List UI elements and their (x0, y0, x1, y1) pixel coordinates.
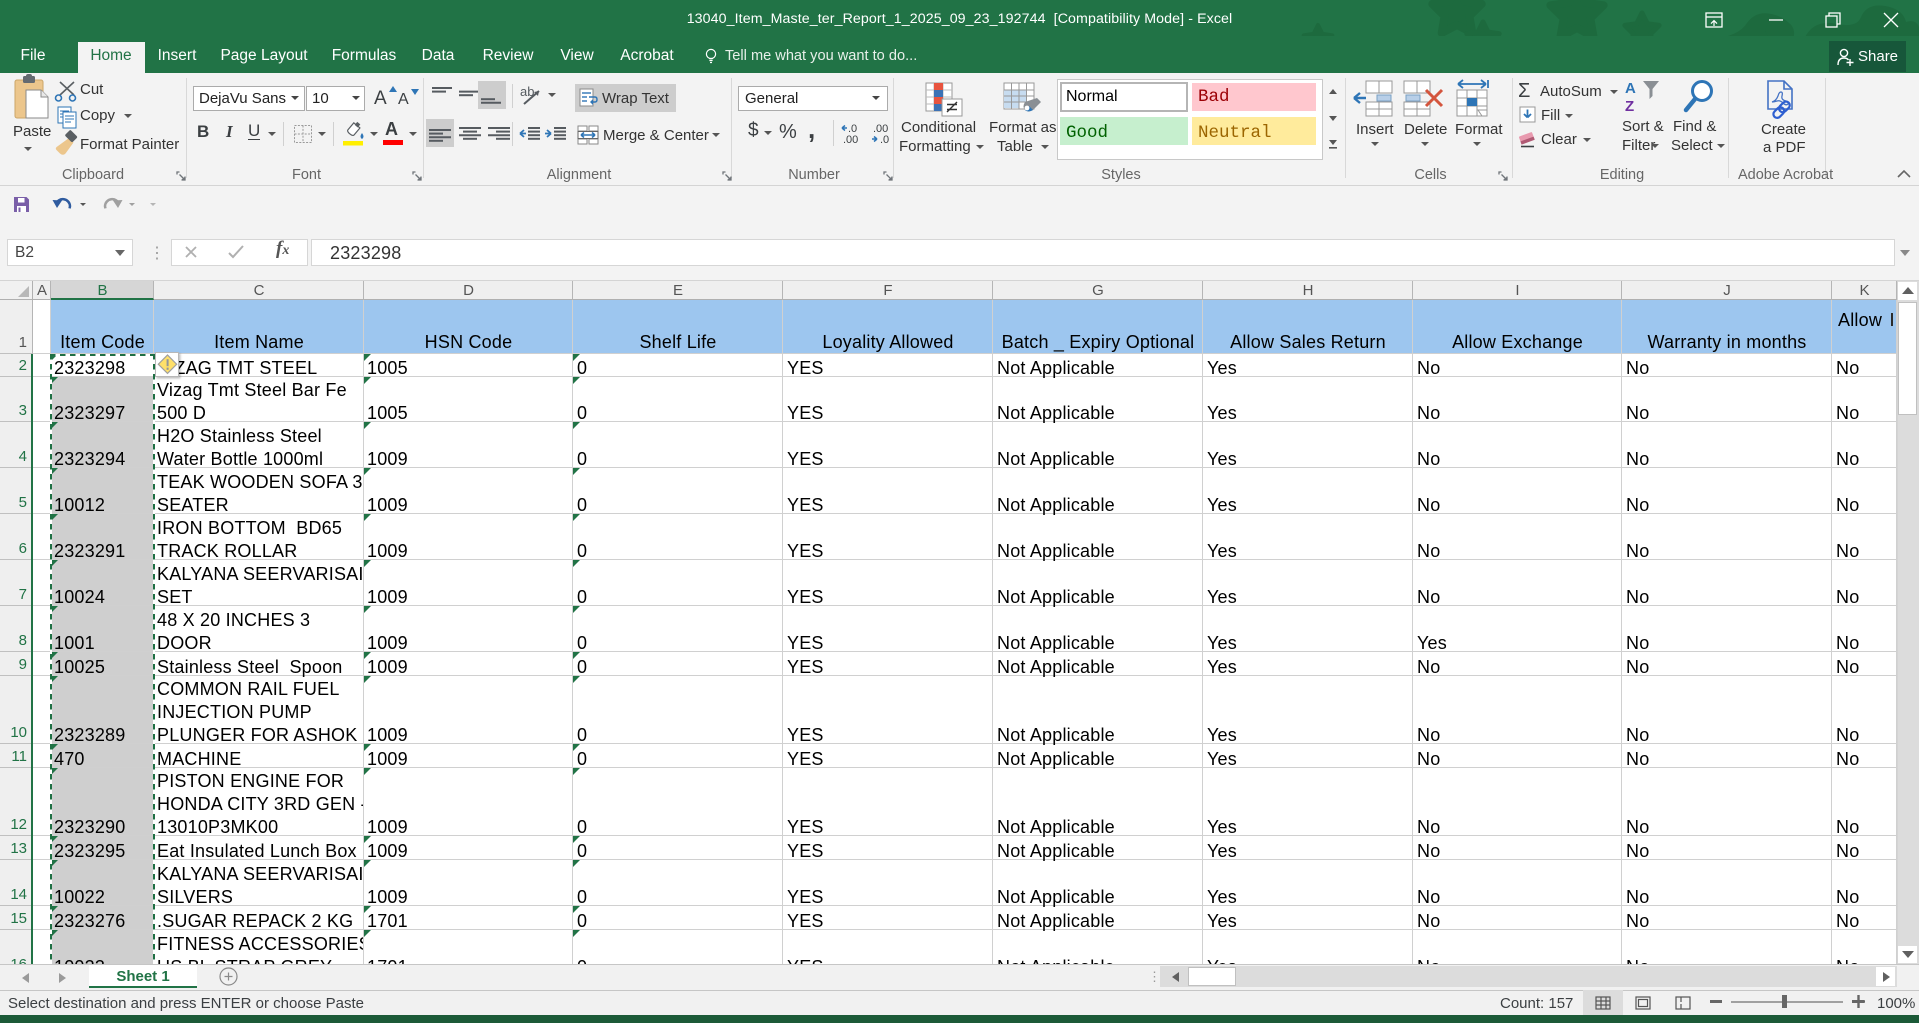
svg-text:A: A (1625, 80, 1636, 97)
svg-text:.0: .0 (880, 134, 889, 146)
svg-text:Z: Z (1625, 98, 1634, 115)
svg-text:.00: .00 (843, 134, 858, 146)
